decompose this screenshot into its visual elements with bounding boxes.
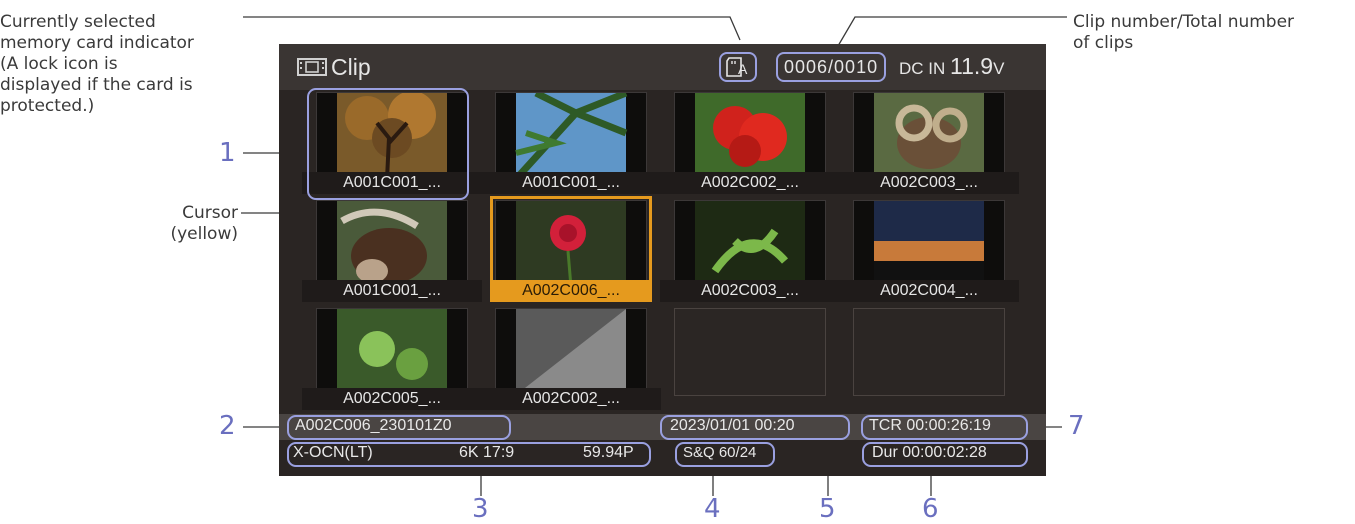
clip-label: A002C003_... — [660, 280, 840, 302]
callout-2: 2 — [219, 411, 236, 441]
card-slot-letter: A — [738, 61, 748, 77]
frame-rate: 59.94P — [583, 444, 634, 461]
annotation-line: (yellow) — [170, 224, 238, 244]
clip-label: A001C001_... — [302, 280, 482, 302]
clip-thumbnail[interactable] — [316, 308, 468, 396]
date-time: 2023/01/01 00:20 — [670, 417, 795, 434]
leaves-image-icon — [317, 309, 467, 395]
voltage-value: 11.9 — [950, 53, 994, 79]
palm-sky-image-icon — [496, 93, 646, 179]
voltage-unit: V — [993, 59, 1005, 78]
clip-thumbnail-selected[interactable] — [495, 200, 647, 288]
clip-label: A001C001_... — [481, 172, 661, 194]
annotation-line: displayed if the card is — [0, 75, 193, 95]
clip-counter: 0006/0010 — [776, 52, 887, 82]
resolution: 6K 17:9 — [459, 444, 515, 461]
callout-6: 6 — [922, 494, 939, 524]
callout-7: 7 — [1068, 411, 1085, 441]
annotation-line: Cursor — [182, 203, 238, 223]
clip-label: A002C005_... — [302, 388, 482, 410]
clip-label: A002C002_... — [660, 172, 840, 194]
clip-label: A002C002_... — [481, 388, 661, 410]
annotation-line: Currently selected — [0, 12, 156, 32]
clip-label-selected: A002C006_... — [491, 280, 651, 302]
plant-image-icon — [675, 201, 825, 287]
clip-thumbnail[interactable] — [674, 200, 826, 288]
memory-card-indicator: A — [719, 52, 757, 82]
slow-quick-rate: S&Q 60/24 — [683, 444, 757, 461]
clip-thumbnail[interactable] — [853, 92, 1005, 180]
codec: X-OCN(LT) — [293, 444, 373, 461]
annotation-line: protected.) — [0, 96, 95, 116]
callout-3: 3 — [472, 494, 489, 524]
title-bar: Clip A 0006/0010 DC IN 11.9V — [279, 44, 1046, 90]
clip-thumbnail[interactable] — [316, 200, 468, 288]
clip-label: A002C004_... — [839, 280, 1019, 302]
wall-image-icon — [496, 309, 646, 395]
annotation-line: memory card indicator — [0, 33, 194, 53]
dc-in-label: DC IN — [899, 59, 946, 78]
ram-image-icon — [854, 93, 1004, 179]
empty-thumbnail-slot — [674, 308, 826, 396]
empty-thumbnail-slot — [853, 308, 1005, 396]
thumbnail-highlight-ring — [307, 88, 469, 200]
buffalo-image-icon — [317, 201, 467, 287]
callout-1: 1 — [219, 138, 236, 168]
annotation-line: Clip number/Total number — [1073, 12, 1295, 32]
annotation-line: (A lock icon is — [0, 54, 118, 74]
red-flower-image-icon — [675, 93, 825, 179]
clip-thumbnail[interactable] — [495, 308, 647, 396]
page-title: Clip — [331, 54, 371, 80]
card-indicator-annotation: Currently selected memory card indicator… — [0, 12, 194, 117]
annotation-line: of clips — [1073, 33, 1134, 53]
dc-in-voltage: DC IN 11.9V — [899, 53, 1004, 80]
clip-thumbnail[interactable] — [853, 200, 1005, 288]
callout-5: 5 — [819, 494, 836, 524]
cursor-annotation: Cursor (yellow) — [150, 203, 238, 245]
clip-number-annotation: Clip number/Total number of clips — [1073, 12, 1294, 54]
tcr-timecode: TCR 00:00:26:19 — [869, 417, 991, 434]
clip-thumbnail[interactable] — [495, 92, 647, 180]
clip-name: A002C006_230101Z0 — [295, 417, 452, 434]
clip-label: A002C003_... — [839, 172, 1019, 194]
duration: Dur 00:00:02:28 — [872, 444, 987, 461]
rose-image-icon — [496, 201, 646, 287]
clip-thumbnail[interactable] — [674, 92, 826, 180]
film-icon — [297, 58, 327, 76]
sunset-image-icon — [854, 201, 1004, 287]
callout-4: 4 — [704, 494, 721, 524]
